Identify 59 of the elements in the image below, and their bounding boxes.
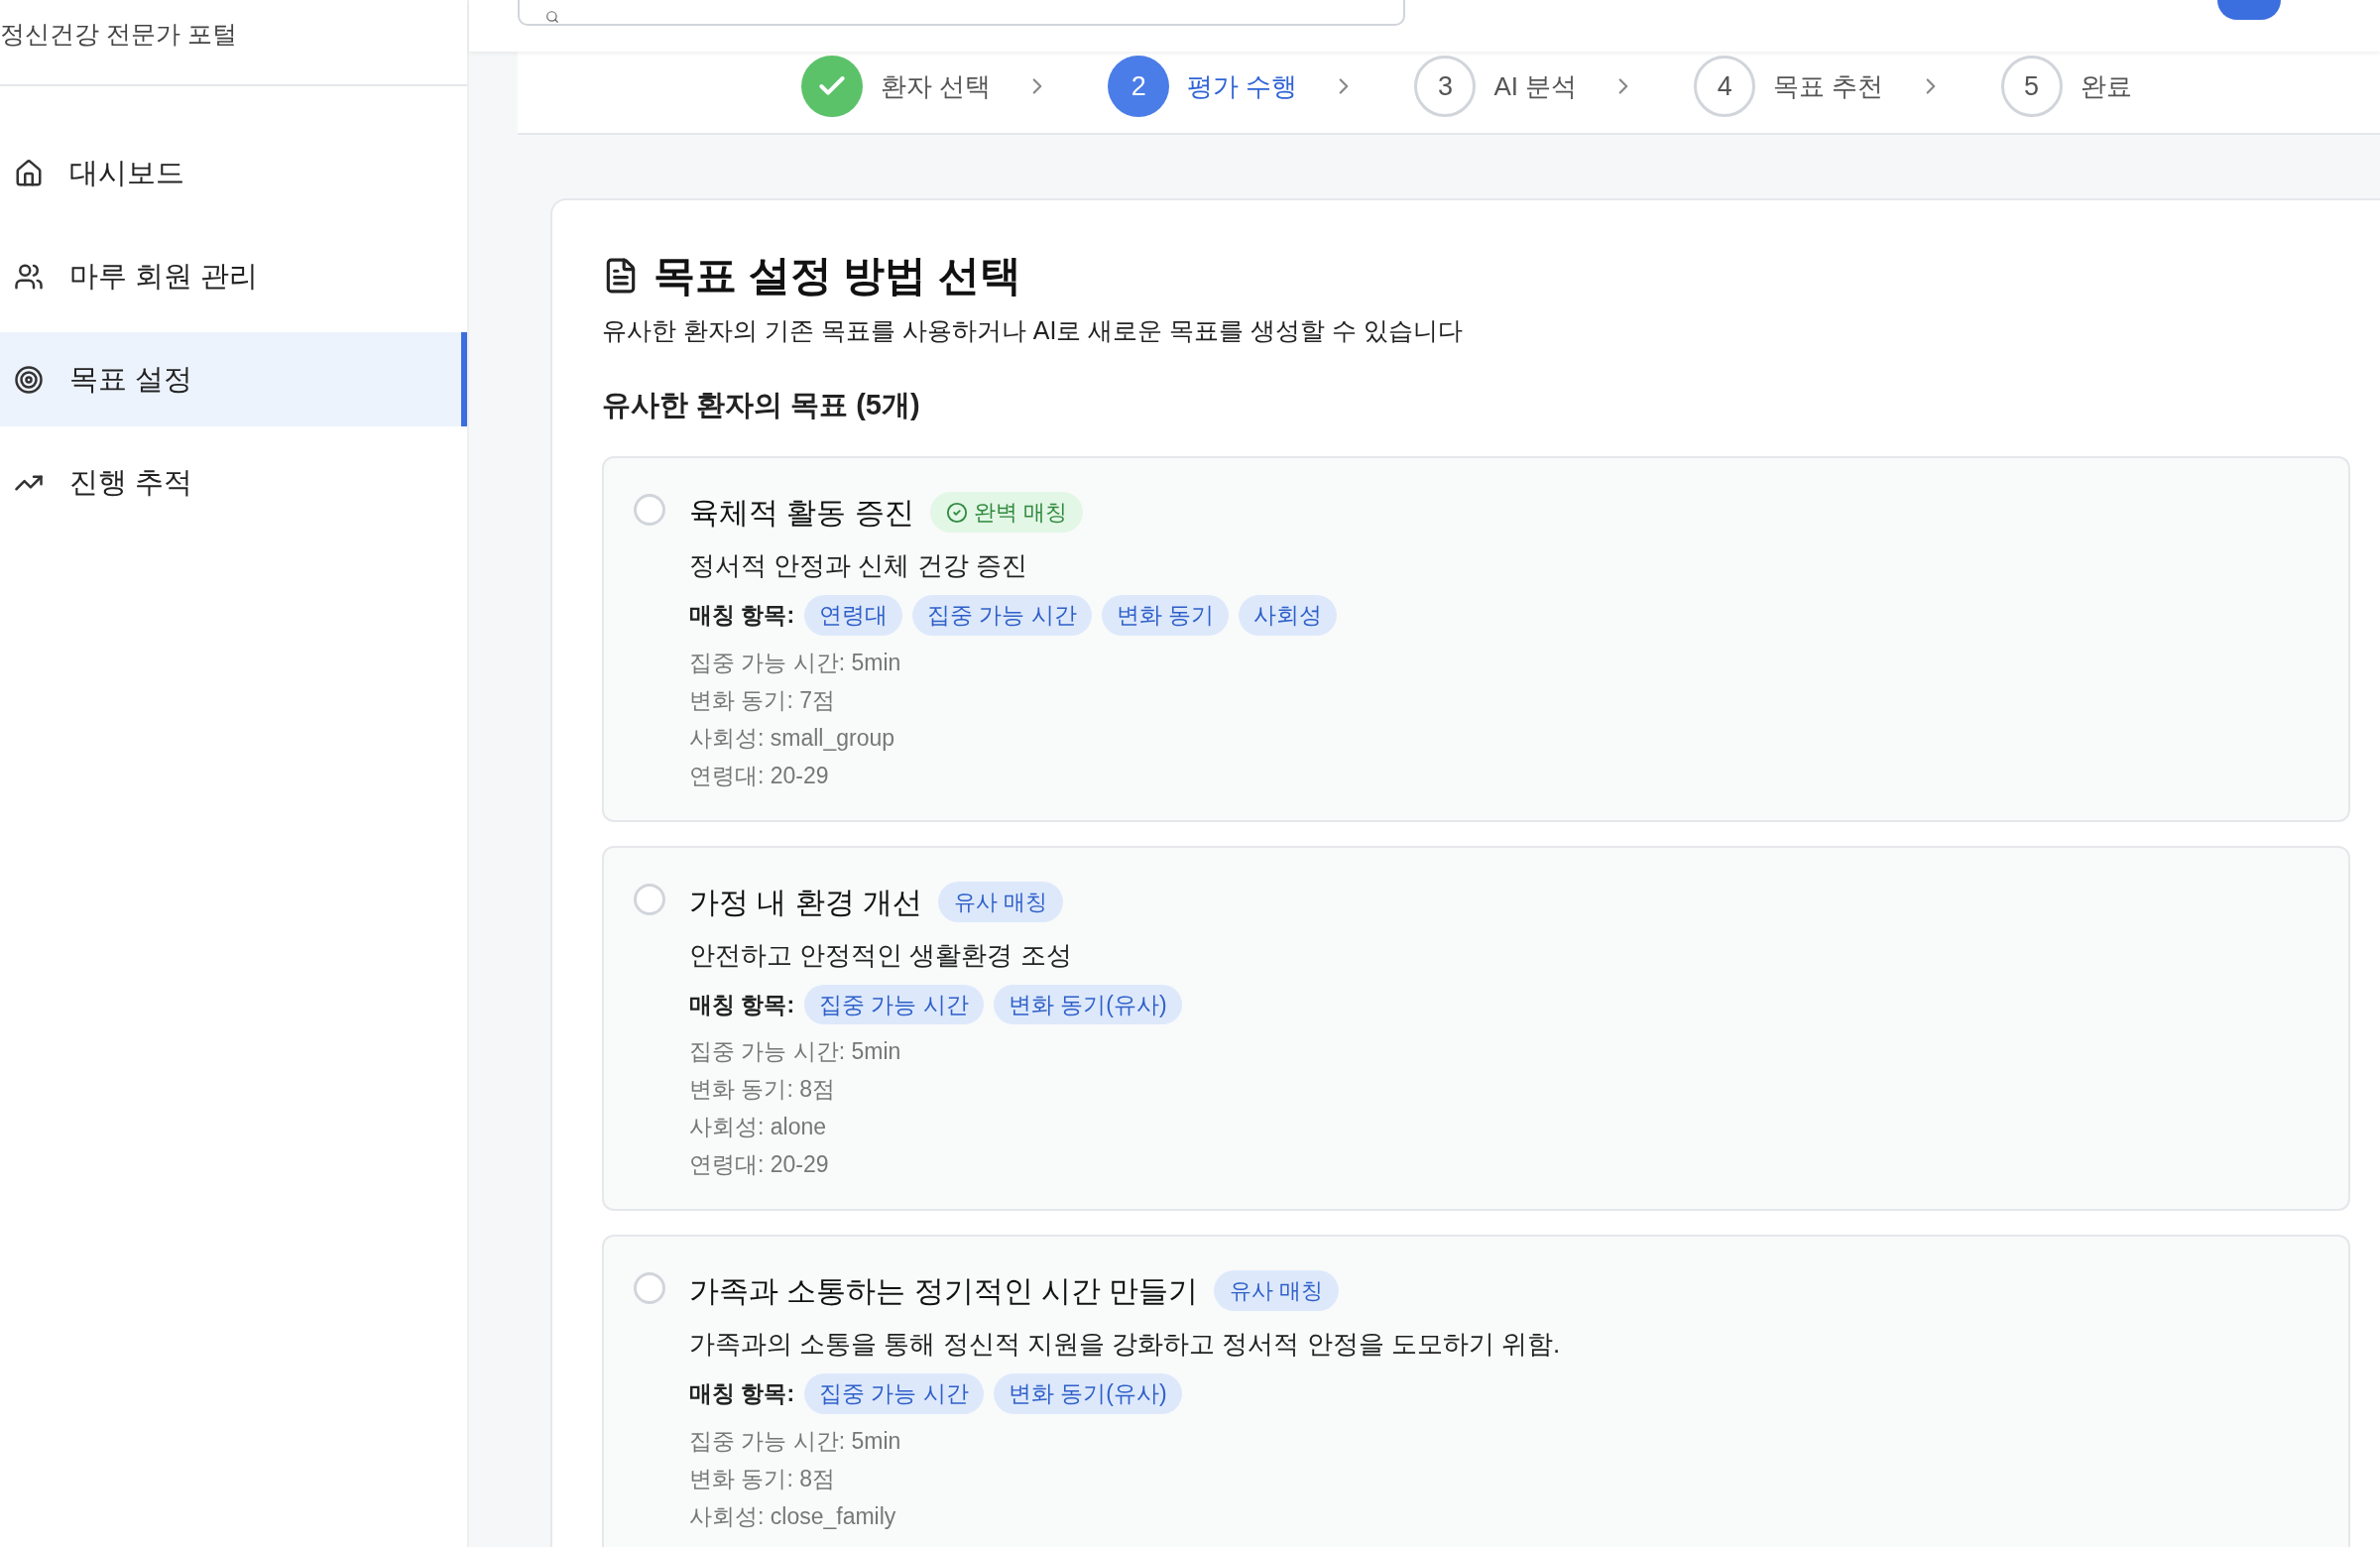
step-number: 2: [1108, 56, 1170, 117]
detail-text: 사회성: small_group: [689, 723, 896, 753]
goal-description: 정서적 안정과 신체 건강 증진: [689, 549, 1028, 582]
goal-card[interactable]: 육체적 활동 증진 완벽 매칭 정서적 안정과 신체 건강 증진 매칭 항목: 연령대 집중 가능 시간 변화 동기 사회성 집중 가능 시간: 5min 변화 동기: 7점 사회성: small_group 연령대: 20-29: [602, 456, 2350, 822]
section-title: 유사한 환자의 목표 (5개): [602, 387, 921, 422]
match-badge: 유사 매칭: [938, 881, 1064, 922]
portal-subtitle: 정신건강 전문가 포털: [0, 19, 237, 50]
match-tag: 연령대: [804, 595, 903, 636]
search-field[interactable]: [518, 0, 1405, 26]
goal-title: 육체적 활동 증진: [689, 495, 914, 531]
sidebar-item[interactable]: 진행 추적: [0, 435, 467, 530]
match-tag: 변화 동기(유사): [993, 984, 1182, 1024]
detail-text: 집중 가능 시간: 5min: [689, 1426, 902, 1456]
radio-button[interactable]: [634, 883, 665, 915]
match-tag: 변화 동기(유사): [993, 1373, 1182, 1414]
step-label: 평가 수행: [1187, 69, 1298, 103]
match-tag: 변화 동기: [1101, 595, 1230, 636]
match-tag: 집중 가능 시간: [804, 984, 984, 1024]
step-number: 3: [1414, 56, 1477, 117]
detail-text: 변화 동기: 8점: [689, 1075, 836, 1104]
detail-text: 집중 가능 시간: 5min: [689, 1037, 902, 1066]
goal-description: 가족과의 소통을 통해 정신적 지원을 강화하고 정서적 안정을 도모하기 위함.: [689, 1328, 1561, 1361]
goal-description: 안전하고 안정적인 생활환경 조성: [689, 938, 1073, 972]
match-badge: 완벽 매칭: [929, 492, 1083, 533]
check-circle-icon: [945, 501, 968, 524]
match-tag: 사회성: [1239, 595, 1338, 636]
step-label: 환자 선택: [881, 69, 992, 103]
match-tag: 집중 가능 시간: [804, 1373, 984, 1414]
detail-text: 연령대: 20-29: [689, 761, 830, 790]
avatar[interactable]: [2217, 0, 2281, 20]
goal-title: 가족과 소통하는 정기적인 시간 만들기: [689, 1273, 1199, 1309]
goal-card[interactable]: 가족과 소통하는 정기적인 시간 만들기 유사 매칭 가족과의 소통을 통해 정신적 지원을 강화하고 정서적 안정을 도모하기 위함. 매칭 항목: 집중 가능 시간 변화 동기(유사) 집중 가능 시간: 5min 변화 동기: 8점 사회성: close_family: [602, 1235, 2350, 1547]
detail-text: 사회성: close_family: [689, 1501, 897, 1531]
panel-title: 목표 설정 방법 선택: [654, 251, 1021, 300]
home-icon: [14, 158, 44, 188]
step-label: 목표 추천: [1773, 69, 1884, 103]
goal-card[interactable]: 가정 내 환경 개선 유사 매칭 안전하고 안정적인 생활환경 조성 매칭 항목: 집중 가능 시간 변화 동기(유사) 집중 가능 시간: 5min 변화 동기: 8점 사회성: alone 연령대: 20-29: [602, 845, 2350, 1211]
target-icon: [14, 364, 44, 395]
radio-button[interactable]: [634, 1272, 665, 1304]
step-number: 4: [1694, 56, 1756, 117]
match-label: 매칭 항목:: [689, 1379, 795, 1408]
sidebar-item[interactable]: 대시보드: [0, 126, 467, 220]
step-number: 5: [2000, 56, 2063, 117]
detail-text: 변화 동기: 8점: [689, 1464, 836, 1493]
step-label: AI 분석: [1493, 69, 1578, 103]
goal-title: 가정 내 환경 개선: [689, 884, 922, 920]
sidebar-item[interactable]: 마루 회원 관리: [0, 229, 467, 323]
panel-subtitle: 유사한 환자의 기존 목표를 사용하거나 AI로 새로운 목표를 생성할 수 있습니다: [602, 315, 1465, 346]
detail-text: 연령대: 20-29: [689, 1150, 830, 1179]
match-tag: 집중 가능 시간: [912, 595, 1092, 636]
match-badge: 유사 매칭: [1214, 1270, 1340, 1311]
detail-text: 사회성: alone: [689, 1113, 828, 1141]
match-label: 매칭 항목:: [689, 601, 795, 630]
step-label: 완료: [2080, 69, 2132, 103]
detail-text: 집중 가능 시간: 5min: [689, 648, 902, 677]
sidebar-item[interactable]: 목표 설정: [0, 332, 467, 426]
detail-text: 변화 동기: 7점: [689, 685, 836, 715]
match-label: 매칭 항목:: [689, 990, 795, 1019]
radio-button[interactable]: [634, 494, 665, 526]
